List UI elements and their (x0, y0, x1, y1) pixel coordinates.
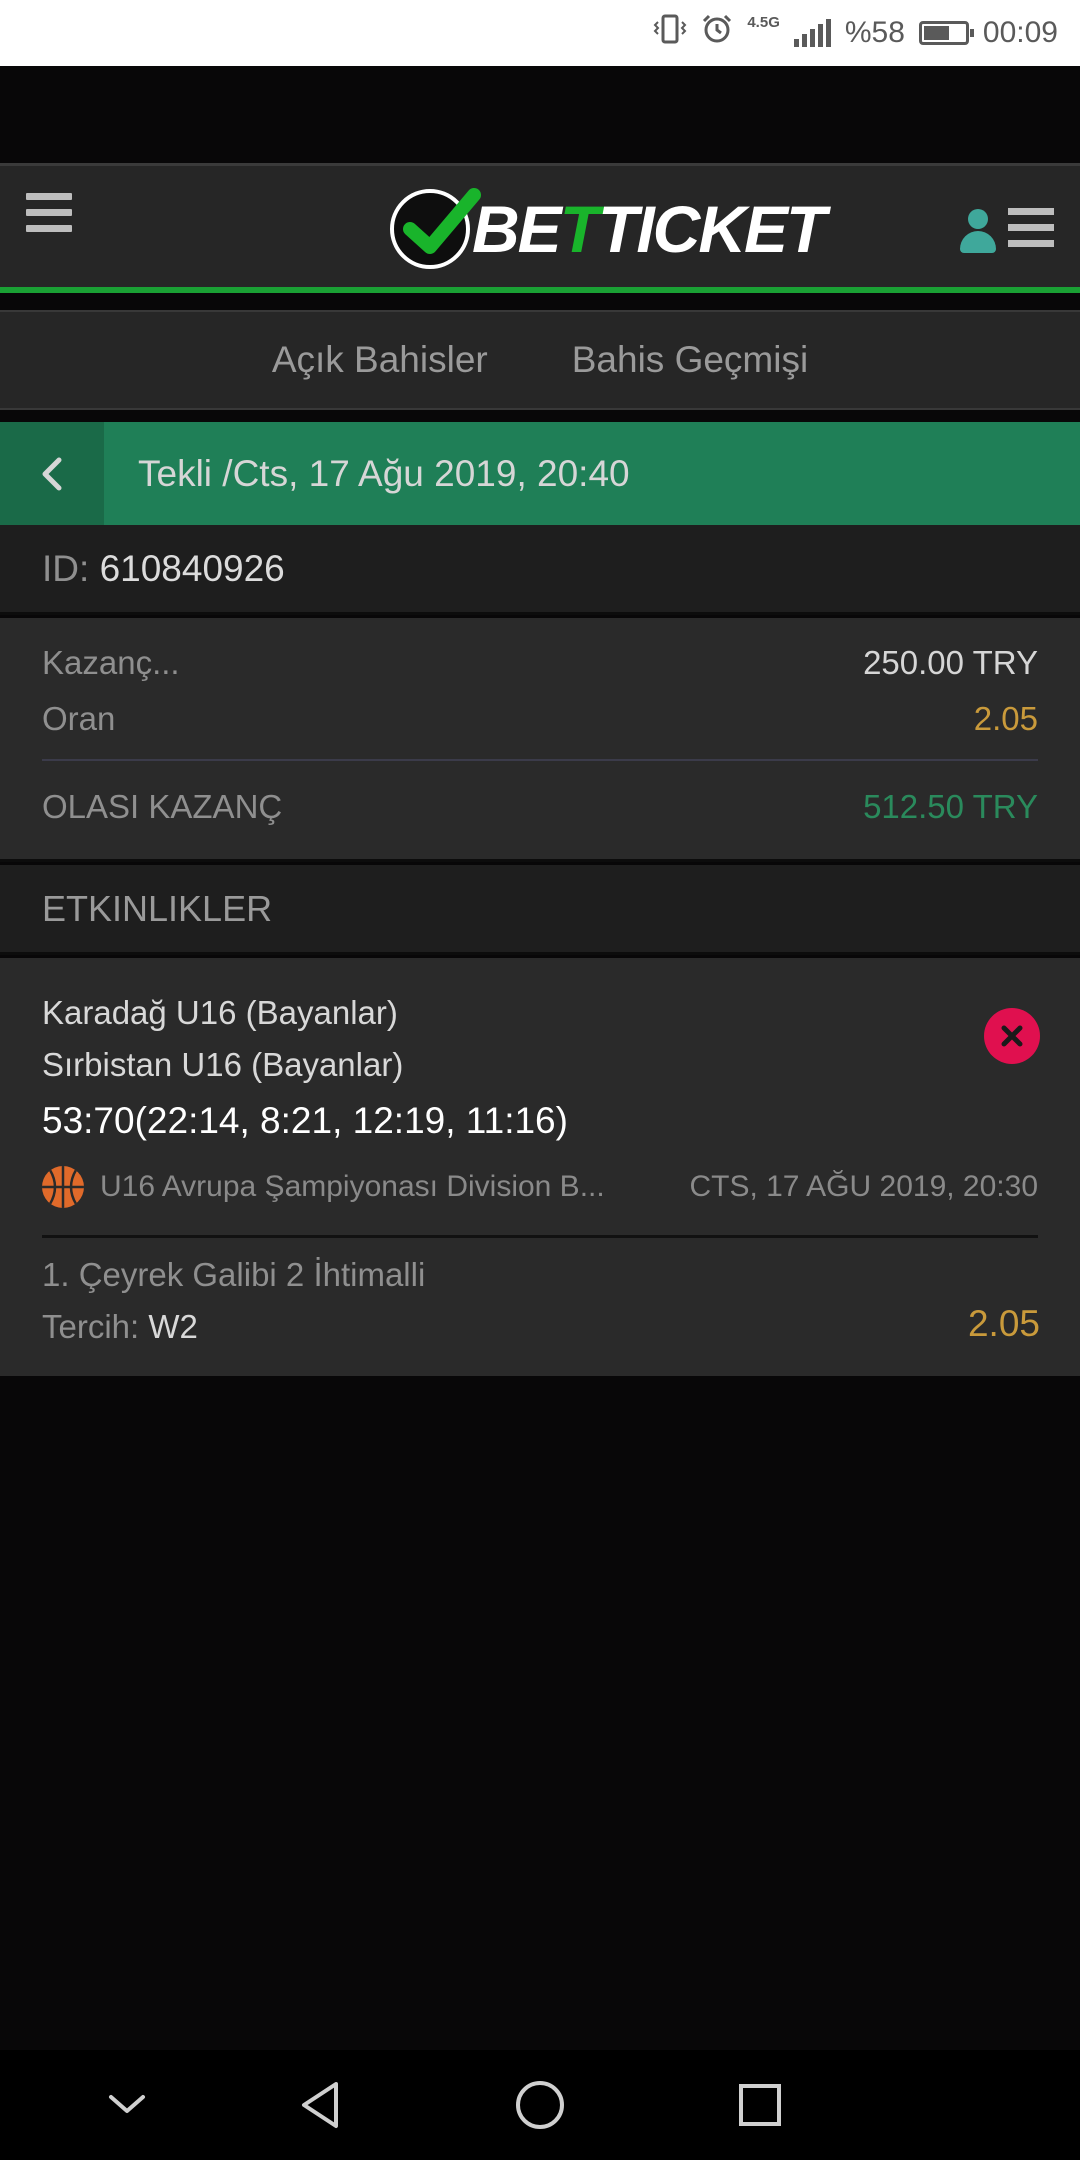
status-bar: 4.5G %58 00:09 (0, 0, 1080, 66)
stake-label: Kazanç... (42, 644, 180, 681)
events-header: ETKINLIKLER (0, 865, 1080, 955)
home-team: Karadağ U16 (Bayanlar) (42, 994, 398, 1031)
system-nav-bar (0, 2050, 1080, 2160)
bet-summary: Kazanç... 250.00 TRY Oran 2.05 OLASI KAZ… (0, 618, 1080, 862)
event-choice: Tercih: W2 (42, 1308, 198, 1346)
potential-win-label: OLASI KAZANÇ (42, 788, 283, 825)
chevron-left-icon (42, 457, 62, 490)
nav-back-icon[interactable] (290, 2075, 350, 2135)
choice-label: Tercih: (42, 1308, 140, 1345)
basketball-icon (42, 1166, 84, 1208)
bet-tabs: Açık Bahisler Bahis Geçmişi (0, 310, 1080, 410)
choice-value: W2 (148, 1308, 198, 1345)
user-icon[interactable] (958, 209, 998, 255)
close-icon (1001, 1025, 1023, 1047)
nav-down-icon[interactable] (97, 2075, 157, 2135)
event-datetime: CTS, 17 AĞU 2019, 20:30 (689, 1170, 1038, 1203)
logo-check-icon (390, 188, 481, 269)
odds-value: 2.05 (973, 700, 1038, 737)
choice-odd: 2.05 (967, 1303, 1040, 1344)
signal-icon (793, 19, 831, 47)
stake-value: 250.00 TRY (863, 644, 1038, 681)
bet-id-row: ID: 610840926 (0, 525, 1080, 615)
summary-divider (42, 759, 1038, 761)
header-accent-line (0, 287, 1080, 293)
menu-icon[interactable] (1008, 208, 1054, 256)
odds-label: Oran (42, 700, 116, 737)
network-type: 4.5G (747, 14, 780, 31)
remove-event-button[interactable] (984, 1008, 1040, 1064)
hamburger-menu-icon[interactable] (26, 193, 72, 239)
battery-percent: %58 (844, 16, 905, 49)
event-league: U16 Avrupa Şampiyonası Division B... (100, 1170, 605, 1203)
tab-bet-history[interactable]: Bahis Geçmişi (572, 339, 808, 381)
event-card: Karadağ U16 (Bayanlar) Sırbistan U16 (Ba… (0, 958, 1080, 1376)
event-divider (42, 1235, 1038, 1238)
potential-win-value: 512.50 TRY (863, 788, 1038, 825)
bet-id-value: 610840926 (99, 548, 285, 589)
clock: 00:09 (982, 16, 1058, 49)
app-header: BETTICKET (0, 163, 1080, 290)
bet-title-bar: Tekli /Cts, 17 Ağu 2019, 20:40 (0, 422, 1080, 525)
bet-title: Tekli /Cts, 17 Ağu 2019, 20:40 (138, 453, 630, 494)
alarm-icon (701, 13, 733, 53)
nav-home-icon[interactable] (510, 2075, 570, 2135)
away-team: Sırbistan U16 (Bayanlar) (42, 1046, 404, 1083)
event-score: 53:70(22:14, 8:21, 12:19, 11:16) (42, 1100, 568, 1141)
vibrate-icon (653, 14, 687, 52)
tab-open-bets[interactable]: Açık Bahisler (272, 339, 488, 381)
logo[interactable]: BETTICKET (390, 186, 826, 272)
nav-recents-icon[interactable] (730, 2075, 790, 2135)
event-market: 1. Çeyrek Galibi 2 İhtimalli (42, 1256, 426, 1293)
logo-text: BETTICKET (472, 192, 826, 266)
battery-icon (918, 21, 974, 45)
bet-id-label: ID: (42, 548, 90, 589)
back-button[interactable] (0, 422, 104, 525)
